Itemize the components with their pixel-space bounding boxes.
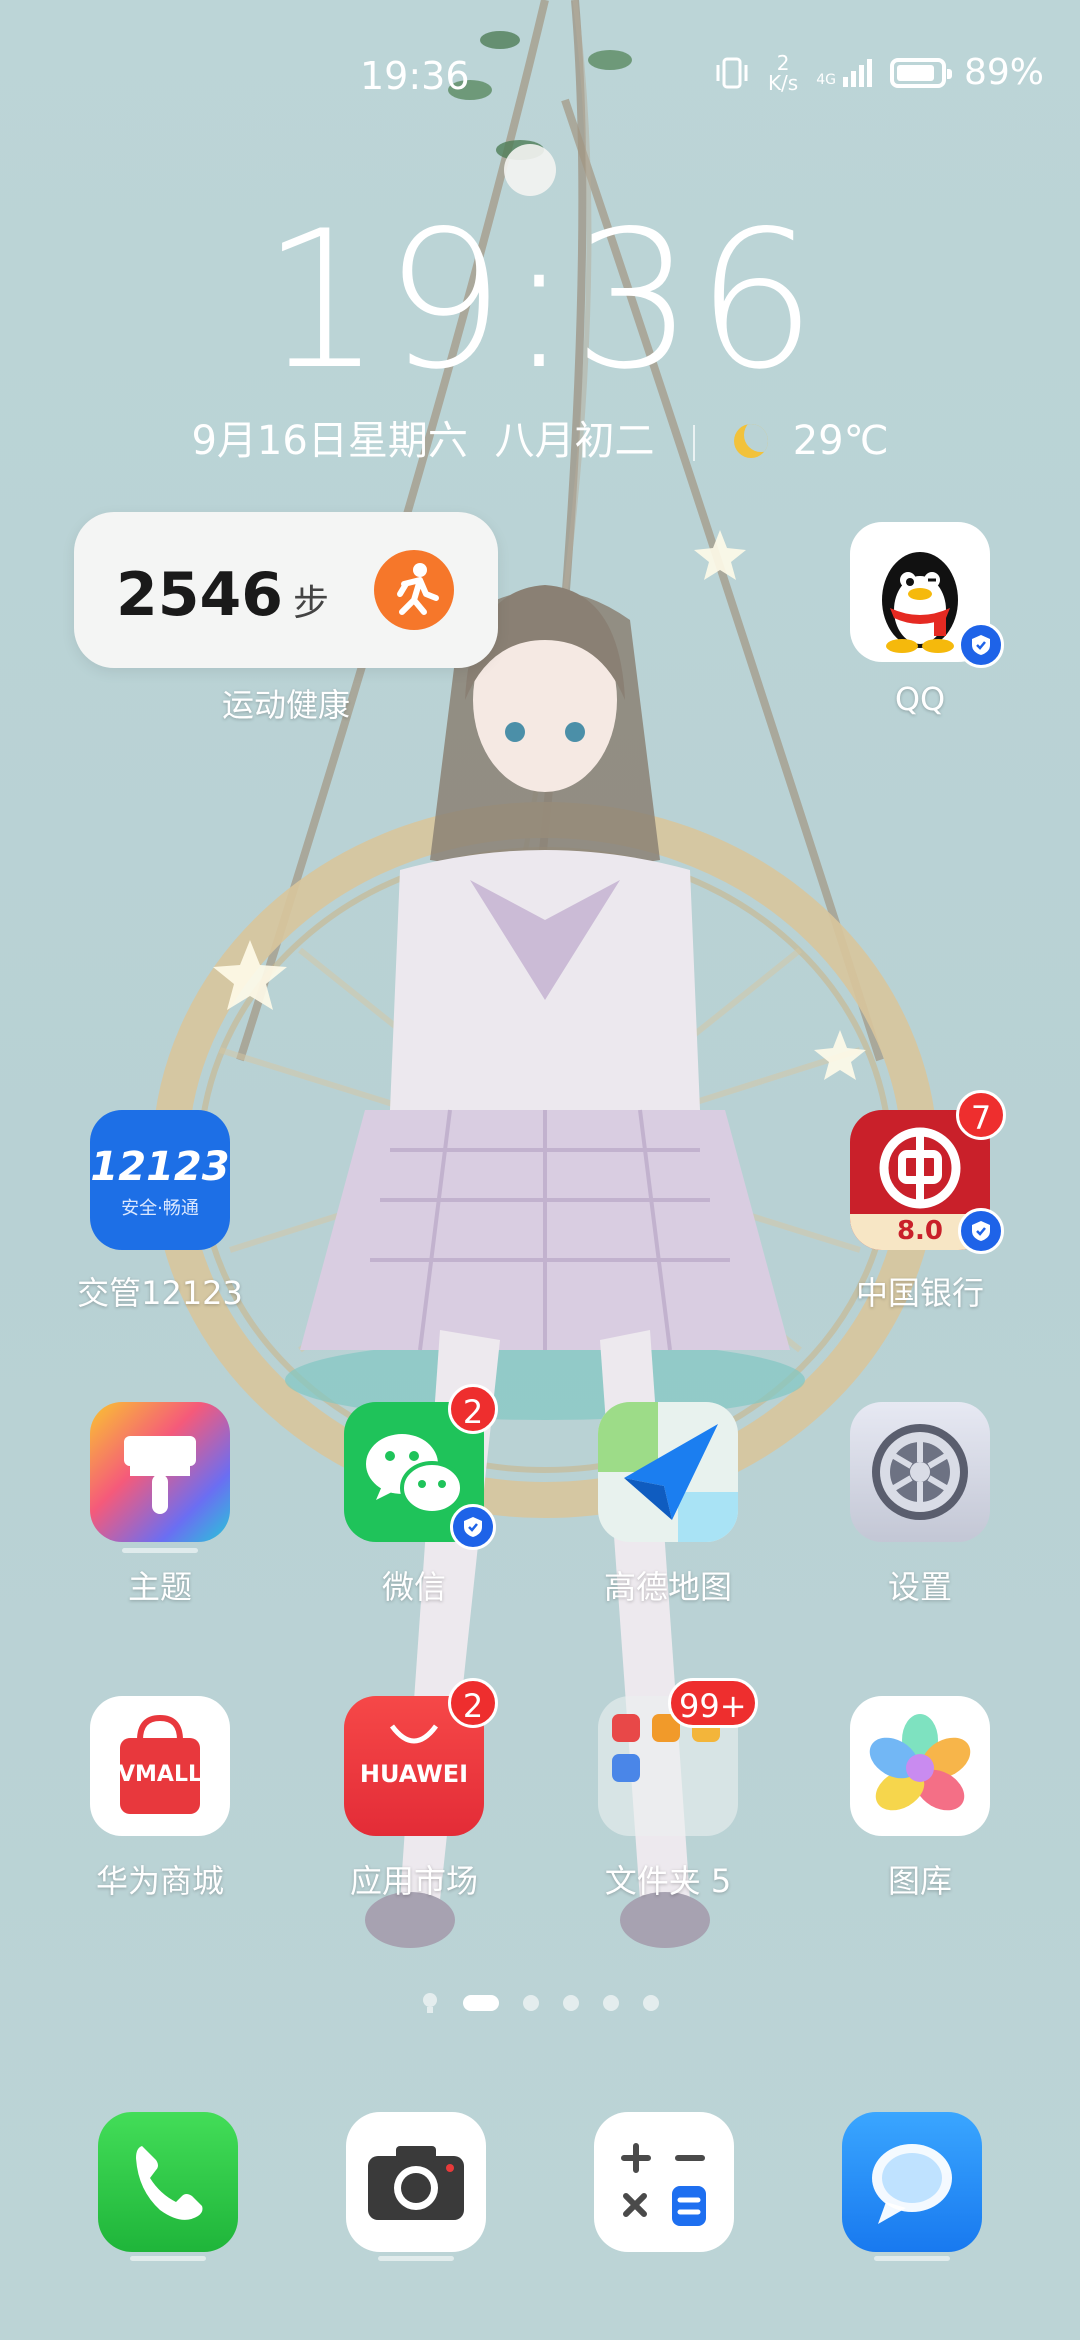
folder-app-mini-icon xyxy=(612,1714,640,1742)
battery-icon xyxy=(889,57,952,88)
clock-widget-date[interactable]: 9月16日星期六 八月初二 29℃ xyxy=(0,408,1080,466)
signal-icon: 4G xyxy=(816,58,872,88)
music-icon xyxy=(612,1754,640,1782)
camera-icon xyxy=(368,2146,464,2220)
page-dot[interactable] xyxy=(603,1995,619,2011)
notification-badge-wechat: 2 xyxy=(448,1384,498,1434)
notification-badge-folder: 99+ xyxy=(668,1678,758,1728)
icon-underline xyxy=(874,2256,950,2261)
app-label-appmarket: 应用市场 xyxy=(349,1862,478,1900)
phone-icon xyxy=(136,2146,203,2220)
page-dot-active[interactable] xyxy=(463,1995,499,2011)
hint-bulb-icon xyxy=(423,1993,437,2013)
status-time: 19:36 xyxy=(360,54,470,98)
app-amap[interactable] xyxy=(598,1402,738,1542)
notification-badge-bank: 7 xyxy=(956,1090,1006,1140)
app-label-gallery: 图库 xyxy=(887,1862,952,1900)
app-label-wechat: 微信 xyxy=(381,1568,446,1606)
page-dot[interactable] xyxy=(523,1995,539,2011)
verified-shield-icon xyxy=(958,1208,1004,1254)
status-bar: 19:36 2 K/s 4G 89% xyxy=(0,0,1080,160)
appgallery-icon-text: HUAWEI xyxy=(359,1760,469,1788)
dock-messages[interactable] xyxy=(842,2112,982,2252)
network-type: 4G xyxy=(816,71,836,88)
app-vmall[interactable]: VMALL xyxy=(90,1696,230,1836)
vibrate-icon xyxy=(716,57,748,88)
battery-percent: 89% xyxy=(963,52,1044,93)
app-label-themes: 主题 xyxy=(127,1568,192,1606)
status-indicators: 2 K/s 4G 89% xyxy=(714,52,1044,93)
app-settings[interactable] xyxy=(850,1402,990,1542)
messages-icon xyxy=(872,2144,952,2224)
vmall-icon-text: VMALL xyxy=(118,1762,202,1787)
weather-temp: 29℃ xyxy=(792,418,889,464)
calculator-icon xyxy=(621,2143,706,2226)
app-label-folder: 文件夹 5 xyxy=(604,1862,732,1900)
page-dot[interactable] xyxy=(643,1995,659,2011)
net-speed: 2 K/s xyxy=(767,50,799,95)
health-widget-label: 运动健康 xyxy=(221,686,350,724)
traffic-icon-text: 12123 xyxy=(90,1144,230,1190)
app-gallery[interactable] xyxy=(850,1696,990,1836)
verified-shield-icon xyxy=(958,622,1004,668)
gallery-flower-icon xyxy=(869,1714,971,1811)
paintbrush-icon xyxy=(124,1436,196,1514)
gear-icon xyxy=(872,1424,968,1520)
health-steps-widget[interactable]: 2546 步 xyxy=(74,512,498,668)
notification-badge-appmarket: 2 xyxy=(448,1678,498,1728)
lunar-date: 八月初二 xyxy=(494,418,655,464)
verified-shield-icon xyxy=(450,1504,496,1550)
app-traffic-12123[interactable]: 12123 安全·畅通 xyxy=(90,1110,230,1250)
app-label-qq: QQ xyxy=(894,680,946,718)
icon-underline xyxy=(122,1548,198,1553)
app-themes[interactable] xyxy=(90,1402,230,1542)
page-dot[interactable] xyxy=(563,1995,579,2011)
page-indicator[interactable] xyxy=(0,1992,1080,2014)
icon-underline xyxy=(378,2256,454,2261)
dock-phone[interactable] xyxy=(98,2112,238,2252)
app-label-amap: 高德地图 xyxy=(603,1568,732,1606)
divider xyxy=(693,425,696,461)
app-label-settings: 设置 xyxy=(887,1568,952,1606)
running-icon xyxy=(374,550,454,630)
steps-count: 2546 步 xyxy=(116,560,330,630)
amap-arrow-icon xyxy=(598,1402,738,1542)
traffic-icon-subtext: 安全·畅通 xyxy=(121,1198,199,1219)
icon-underline xyxy=(130,2256,206,2261)
dock-calculator[interactable] xyxy=(594,2112,734,2252)
app-label-bank: 中国银行 xyxy=(855,1274,984,1312)
app-label-traffic: 交管12123 xyxy=(77,1274,243,1312)
date-text: 9月16日星期六 xyxy=(191,418,468,464)
clock-widget-time[interactable]: 19:36 xyxy=(0,190,1080,411)
moon-icon xyxy=(733,424,768,458)
dock-camera[interactable] xyxy=(346,2112,486,2252)
app-label-vmall: 华为商城 xyxy=(95,1862,224,1900)
